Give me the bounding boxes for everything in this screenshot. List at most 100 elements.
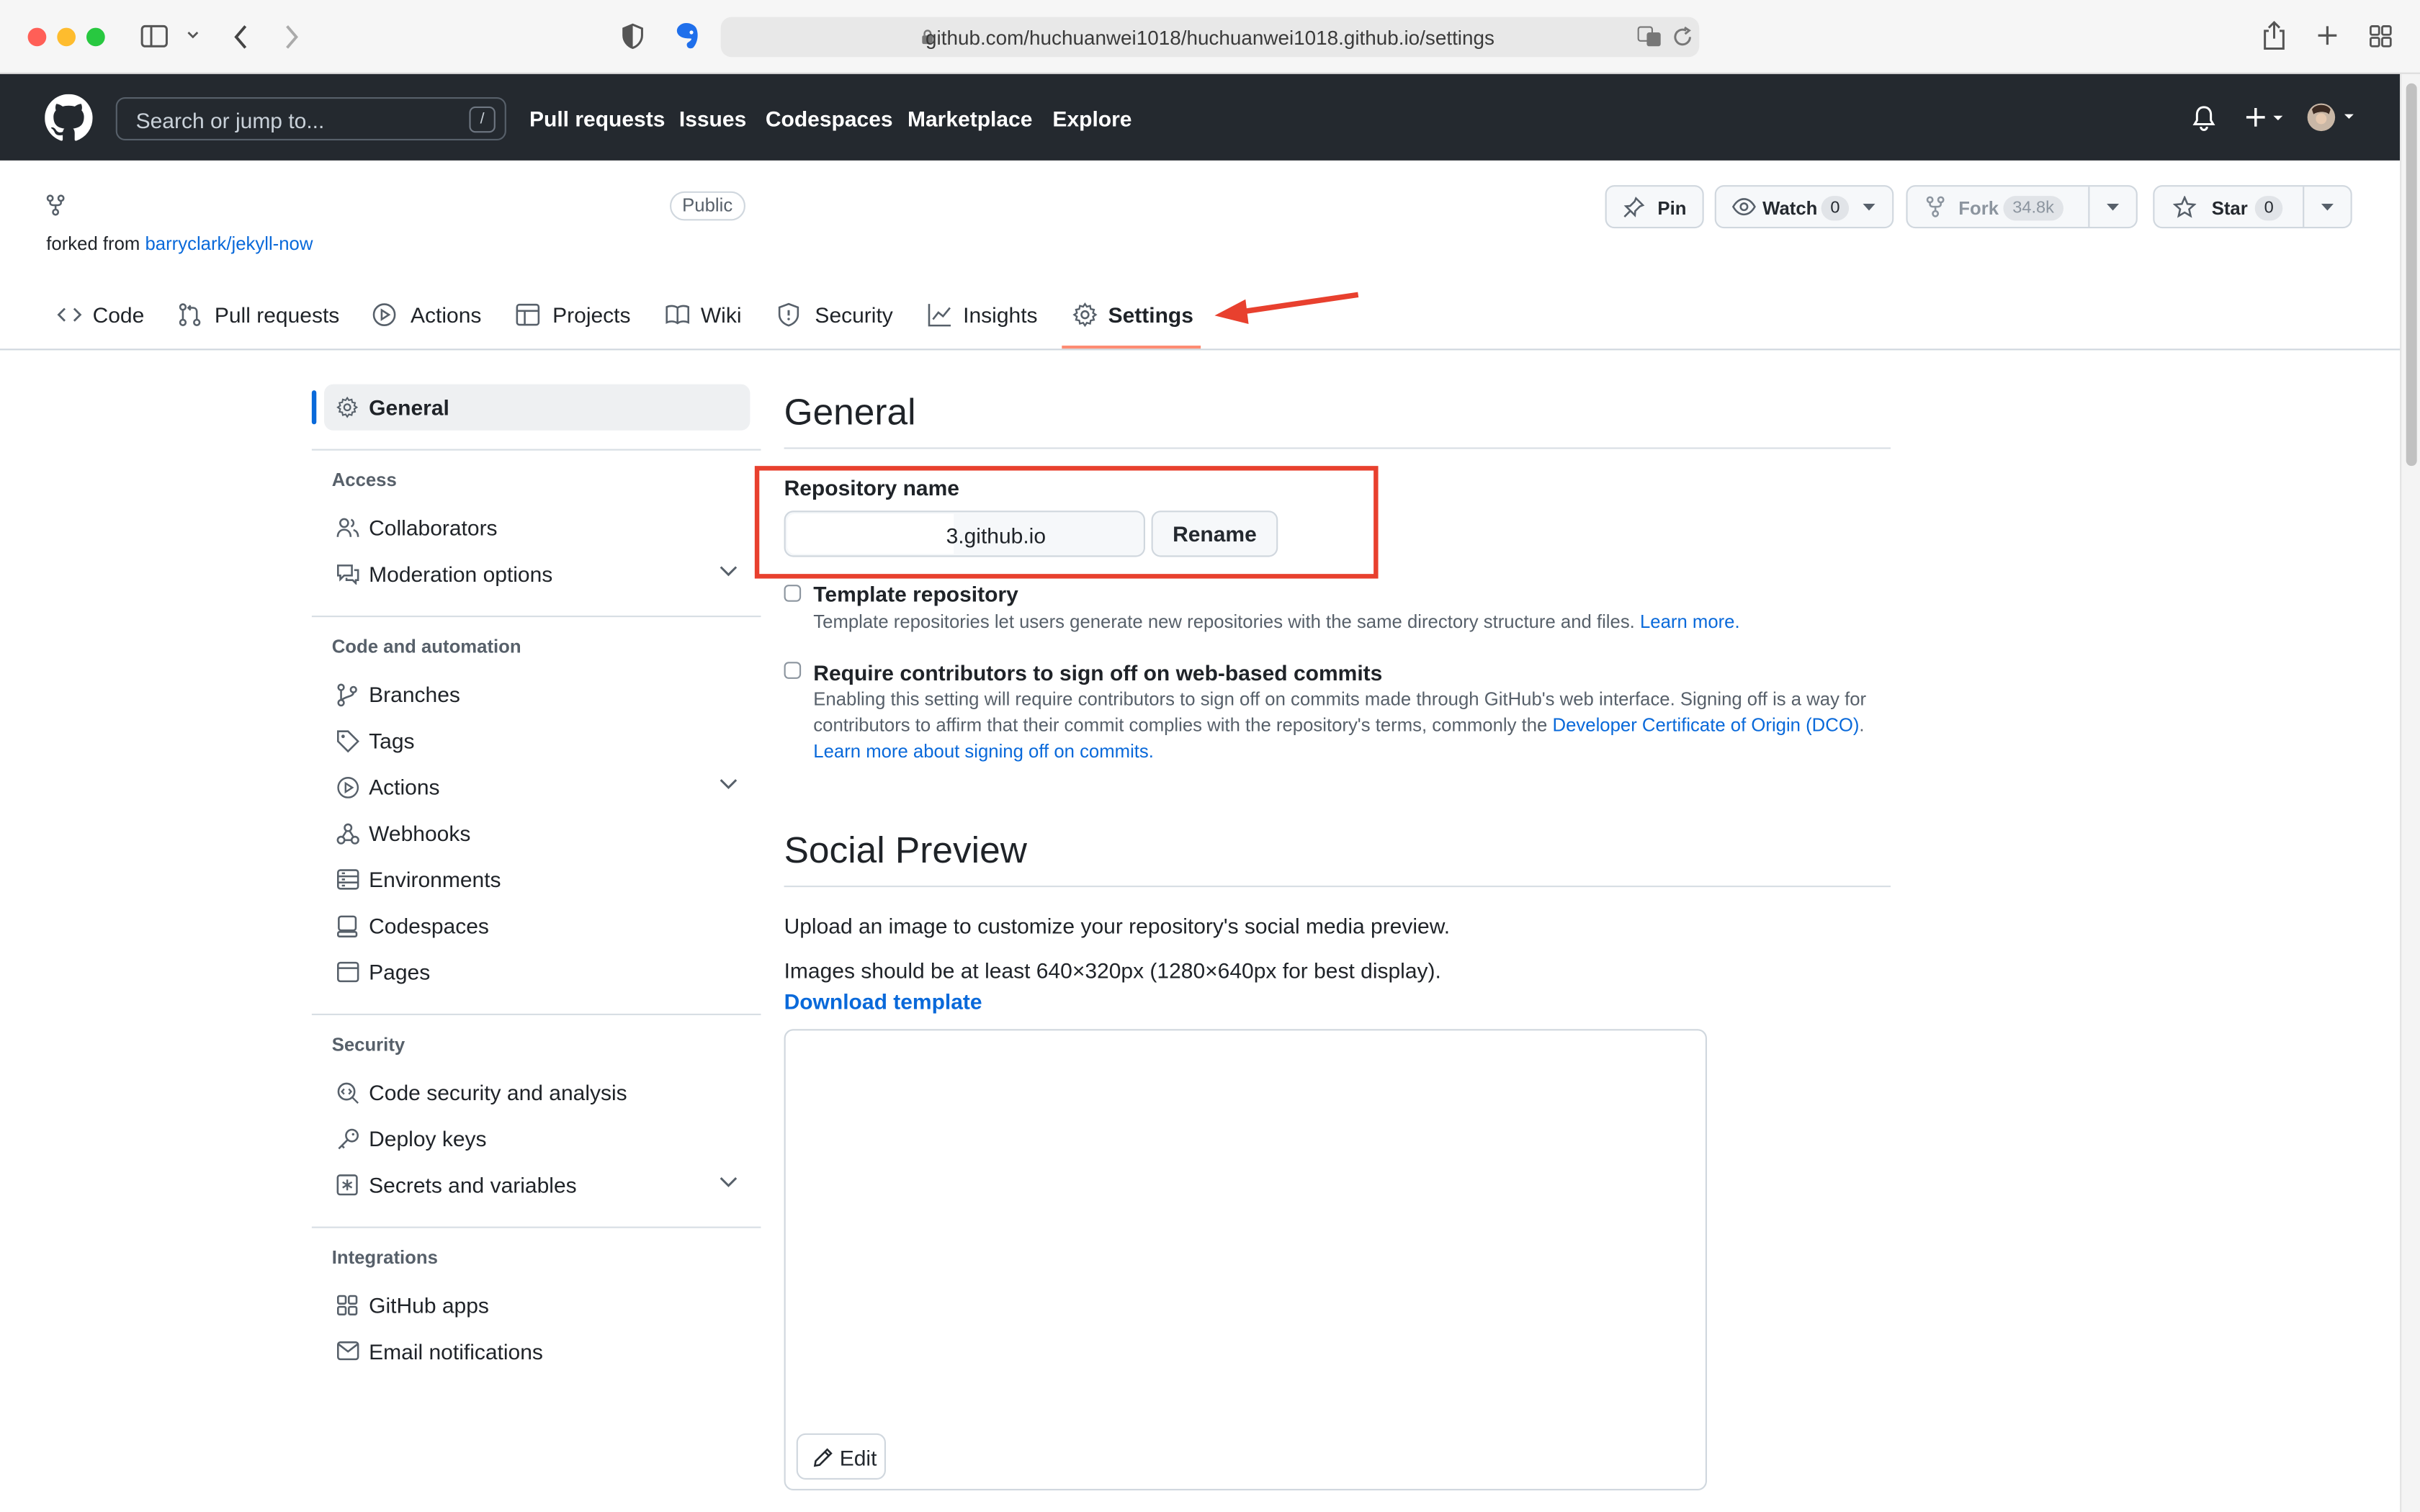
fork-label: Fork <box>1958 197 1999 220</box>
tabs-divider <box>0 348 2401 351</box>
url-text: github.com/huchuanwei1018/huchuanwei1018… <box>926 26 1494 50</box>
sidebar-item-branches[interactable]: Branches <box>324 671 750 717</box>
fork-button[interactable]: Fork 34.8k <box>1906 185 2138 229</box>
redacted-text <box>786 513 954 554</box>
sidebar-item-moderation-options[interactable]: Moderation options <box>324 551 750 597</box>
sidebar-item-email-notifications[interactable]: Email notifications <box>324 1328 750 1374</box>
new-tab-icon[interactable] <box>2316 24 2338 46</box>
tab-overview-icon[interactable] <box>2369 24 2392 48</box>
sidebar-heading-security: Security <box>331 1033 405 1056</box>
play-icon <box>336 776 359 799</box>
chevron-down-icon[interactable] <box>720 778 738 790</box>
tab-label: Settings <box>1108 302 1193 328</box>
sidebar-item-collaborators[interactable]: Collaborators <box>324 505 750 551</box>
edit-button[interactable]: Edit <box>796 1433 886 1480</box>
chevron-down-icon[interactable] <box>720 564 738 577</box>
sidebar-item-actions[interactable]: Actions <box>324 764 750 810</box>
key-icon <box>336 1128 359 1151</box>
nav-issues[interactable]: Issues <box>679 107 746 131</box>
pin-label: Pin <box>1657 197 1687 220</box>
tab-label: Insights <box>963 302 1038 328</box>
chevron-down-icon[interactable] <box>2107 203 2120 212</box>
evernote-extension-icon[interactable] <box>674 22 700 51</box>
github-logo-icon[interactable] <box>45 94 93 142</box>
pencil-icon <box>813 1447 833 1467</box>
sidebar-item-pages[interactable]: Pages <box>324 949 750 995</box>
sidebar-item-secrets-variables[interactable]: Secrets and variables <box>324 1162 750 1208</box>
close-window-button[interactable] <box>27 27 47 47</box>
watch-label: Watch <box>1762 197 1818 220</box>
address-bar[interactable]: github.com/huchuanwei1018/huchuanwei1018… <box>720 17 1700 58</box>
avatar[interactable] <box>2307 102 2355 132</box>
signoff-learn-more-link[interactable]: Learn more about signing off on commits. <box>813 741 1154 762</box>
search-shortcut-key: / <box>469 106 496 133</box>
repo-name-input[interactable]: 3.github.io <box>784 510 1145 557</box>
forward-icon[interactable] <box>284 24 299 49</box>
reload-icon[interactable] <box>1673 26 1693 48</box>
sidebar-item-label: Code security and analysis <box>369 1080 627 1105</box>
search-input[interactable]: Search or jump to... / <box>115 97 506 140</box>
dco-link[interactable]: Developer Certificate of Origin (DCO) <box>1553 714 1860 736</box>
sidebar-item-label: Tags <box>369 728 415 753</box>
book-icon <box>666 302 690 327</box>
forked-source-link[interactable]: barryclark/jekyll-now <box>145 233 313 255</box>
shield-icon <box>776 302 801 327</box>
rename-button[interactable]: Rename <box>1151 510 1278 557</box>
nav-explore[interactable]: Explore <box>1052 107 1131 131</box>
chevron-down-icon[interactable] <box>720 1176 738 1188</box>
edit-label: Edit <box>839 1445 877 1471</box>
sidebar-item-label: Secrets and variables <box>369 1172 577 1197</box>
translate-icon[interactable] <box>1637 26 1662 48</box>
back-icon[interactable] <box>233 24 248 49</box>
nav-codespaces[interactable]: Codespaces <box>766 107 893 131</box>
sidebar-item-code-security[interactable]: Code security and analysis <box>324 1069 750 1115</box>
codescan-icon <box>336 1081 359 1104</box>
sidebar-item-label: Email notifications <box>369 1339 543 1364</box>
sidebar-item-label: Pages <box>369 959 431 985</box>
scrollbar[interactable] <box>2400 73 2420 1512</box>
template-repo-checkbox[interactable] <box>784 585 802 602</box>
sidebar-toggle-icon[interactable] <box>140 24 169 48</box>
asterisk-icon <box>336 1174 358 1196</box>
sidebar-item-environments[interactable]: Environments <box>324 856 750 902</box>
bell-icon[interactable] <box>2192 105 2216 131</box>
star-button[interactable]: Star 0 <box>2153 185 2352 229</box>
github-header: Search or jump to... / Pull requests Iss… <box>0 73 2401 161</box>
shield-icon[interactable] <box>622 23 644 50</box>
repo-name-label: Repository name <box>784 475 959 500</box>
download-template-link[interactable]: Download template <box>784 989 982 1014</box>
share-icon[interactable] <box>2262 20 2285 51</box>
pin-button[interactable]: Pin <box>1605 185 1704 229</box>
search-placeholder: Search or jump to... <box>135 108 325 133</box>
forked-prefix: forked from <box>46 233 140 255</box>
sidebar-divider <box>311 1226 761 1228</box>
sidebar-item-label: General <box>369 395 449 420</box>
fork-count: 34.8k <box>2003 196 2063 221</box>
sidebar-item-tags[interactable]: Tags <box>324 717 750 763</box>
sidebar-item-webhooks[interactable]: Webhooks <box>324 810 750 856</box>
sidebar-item-general[interactable]: General <box>324 384 750 431</box>
sidebar-item-label: Codespaces <box>369 913 489 938</box>
tab-label: Code <box>92 302 145 328</box>
learn-more-link[interactable]: Learn more. <box>1640 611 1740 633</box>
create-new-icon[interactable] <box>2246 107 2286 128</box>
nav-pull-requests[interactable]: Pull requests <box>529 107 665 131</box>
signoff-title: Require contributors to sign off on web-… <box>813 660 1383 685</box>
sidebar-item-codespaces[interactable]: Codespaces <box>324 903 750 949</box>
template-repo-title: Template repository <box>813 581 1018 607</box>
chevron-down-icon[interactable] <box>187 31 199 40</box>
title-divider <box>784 447 1891 449</box>
signoff-checkbox[interactable] <box>784 662 802 679</box>
sidebar-divider <box>311 616 761 618</box>
sidebar-item-github-apps[interactable]: GitHub apps <box>324 1282 750 1328</box>
nav-marketplace[interactable]: Marketplace <box>908 107 1032 131</box>
scrollbar-thumb[interactable] <box>2406 83 2417 467</box>
chevron-down-icon[interactable] <box>2321 203 2334 212</box>
sidebar-item-deploy-keys[interactable]: Deploy keys <box>324 1115 750 1161</box>
zoom-window-button[interactable] <box>86 27 105 47</box>
watch-button[interactable]: Watch 0 <box>1714 185 1894 229</box>
sidebar-divider <box>311 449 761 451</box>
eye-icon <box>1731 197 1756 216</box>
minimize-window-button[interactable] <box>57 27 76 47</box>
browser-toolbar: github.com/huchuanwei1018/huchuanwei1018… <box>0 0 2420 74</box>
